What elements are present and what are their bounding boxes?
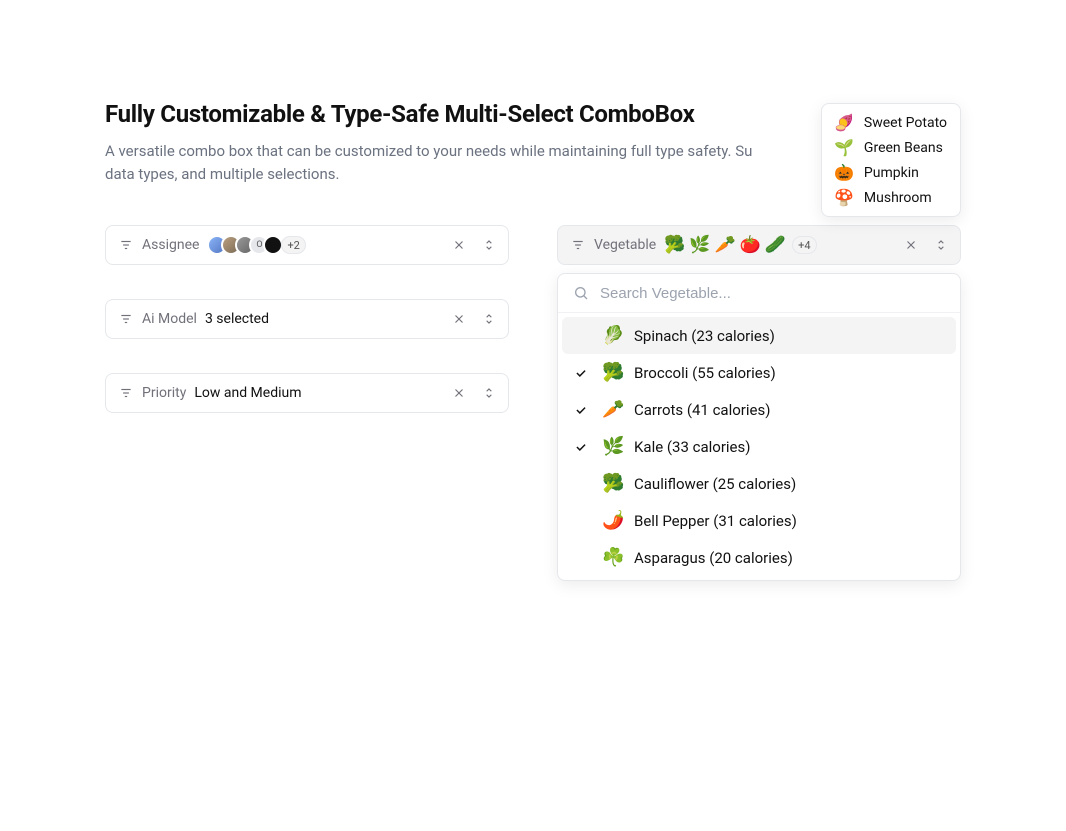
broccoli-icon: 🥦 bbox=[664, 235, 685, 255]
search-icon bbox=[572, 284, 590, 302]
option-label: Kale (33 calories) bbox=[634, 438, 750, 456]
expand-button[interactable] bbox=[930, 234, 952, 256]
priority-combobox[interactable]: Priority Low and Medium bbox=[105, 373, 509, 413]
clear-button[interactable] bbox=[448, 234, 470, 256]
assignee-more-chip: +2 bbox=[281, 236, 305, 254]
option-item[interactable]: 🌶️ Bell Pepper (31 calories) bbox=[562, 502, 956, 539]
filter-icon bbox=[118, 311, 134, 327]
cucumber-icon: 🥒 bbox=[765, 235, 786, 255]
option-label: Bell Pepper (31 calories) bbox=[634, 512, 797, 530]
clear-button[interactable] bbox=[448, 382, 470, 404]
filter-icon bbox=[570, 237, 586, 253]
pumpkin-icon: 🎃 bbox=[834, 163, 854, 182]
option-item[interactable]: 🥦 Broccoli (55 calories) bbox=[562, 354, 956, 391]
options-list[interactable]: 🥬 Spinach (23 calories) 🥦 Broccoli (55 calo… bbox=[558, 313, 960, 580]
option-icon: 🥕 bbox=[602, 399, 622, 420]
option-icon: 🌿 bbox=[602, 436, 622, 457]
assignee-avatars: O +2 bbox=[207, 235, 305, 255]
overflow-item-label: Pumpkin bbox=[864, 165, 919, 181]
avatar bbox=[263, 235, 283, 255]
check-icon bbox=[572, 403, 590, 417]
aimodel-value: 3 selected bbox=[205, 311, 269, 327]
sweet-potato-icon: 🍠 bbox=[834, 113, 854, 132]
vegetable-selected-icons: 🥦 🌿 🥕 🍅 🥒 +4 bbox=[664, 235, 816, 255]
option-icon: 🥬 bbox=[602, 325, 622, 346]
kale-icon: 🌿 bbox=[689, 235, 710, 255]
priority-value: Low and Medium bbox=[194, 385, 301, 401]
option-label: Spinach (23 calories) bbox=[634, 327, 775, 345]
option-item[interactable]: ☘️ Asparagus (20 calories) bbox=[562, 539, 956, 576]
filter-icon bbox=[118, 237, 134, 253]
check-icon bbox=[572, 366, 590, 380]
clear-button[interactable] bbox=[900, 234, 922, 256]
option-item[interactable]: 🌿 Kale (33 calories) bbox=[562, 428, 956, 465]
green-beans-icon: 🌱 bbox=[834, 138, 854, 157]
option-icon: 🌶️ bbox=[602, 510, 622, 531]
option-label: Carrots (41 calories) bbox=[634, 401, 770, 419]
expand-button[interactable] bbox=[478, 308, 500, 330]
option-icon: ☘️ bbox=[602, 547, 622, 568]
option-item[interactable]: 🥦 Cauliflower (25 calories) bbox=[562, 465, 956, 502]
assignee-label: Assignee bbox=[142, 237, 199, 253]
option-icon: 🥦 bbox=[602, 473, 622, 494]
overflow-item: 🌱 Green Beans bbox=[832, 135, 950, 160]
overflow-item-label: Mushroom bbox=[864, 190, 932, 206]
option-label: Broccoli (55 calories) bbox=[634, 364, 776, 382]
expand-button[interactable] bbox=[478, 234, 500, 256]
carrot-icon: 🥕 bbox=[715, 235, 736, 255]
overflow-item: 🍠 Sweet Potato bbox=[832, 110, 950, 135]
overflow-tooltip: 🍠 Sweet Potato 🌱 Green Beans 🎃 Pumpkin 🍄… bbox=[821, 103, 961, 217]
vegetable-dropdown: 🥬 Spinach (23 calories) 🥦 Broccoli (55 calo… bbox=[557, 273, 961, 581]
overflow-item: 🍄 Mushroom bbox=[832, 185, 950, 210]
aimodel-label: Ai Model bbox=[142, 311, 197, 327]
aimodel-combobox[interactable]: Ai Model 3 selected bbox=[105, 299, 509, 339]
vegetable-more-chip[interactable]: +4 bbox=[792, 236, 816, 254]
option-item[interactable]: 🥬 Spinach (23 calories) bbox=[562, 317, 956, 354]
vegetable-combobox[interactable]: Vegetable 🥦 🌿 🥕 🍅 🥒 +4 bbox=[557, 225, 961, 265]
vegetable-label: Vegetable bbox=[594, 237, 656, 253]
assignee-combobox[interactable]: Assignee O +2 bbox=[105, 225, 509, 265]
mushroom-icon: 🍄 bbox=[834, 188, 854, 207]
option-item[interactable]: 🥕 Carrots (41 calories) bbox=[562, 391, 956, 428]
tomato-icon: 🍅 bbox=[740, 235, 761, 255]
overflow-item-label: Green Beans bbox=[864, 140, 943, 156]
filter-icon bbox=[118, 385, 134, 401]
priority-label: Priority bbox=[142, 385, 186, 401]
option-label: Asparagus (20 calories) bbox=[634, 549, 793, 567]
overflow-item-label: Sweet Potato bbox=[864, 115, 947, 131]
option-label: Cauliflower (25 calories) bbox=[634, 475, 796, 493]
expand-button[interactable] bbox=[478, 382, 500, 404]
clear-button[interactable] bbox=[448, 308, 470, 330]
check-icon bbox=[572, 440, 590, 454]
overflow-item: 🎃 Pumpkin bbox=[832, 160, 950, 185]
search-input[interactable] bbox=[600, 285, 946, 302]
option-icon: 🥦 bbox=[602, 362, 622, 383]
